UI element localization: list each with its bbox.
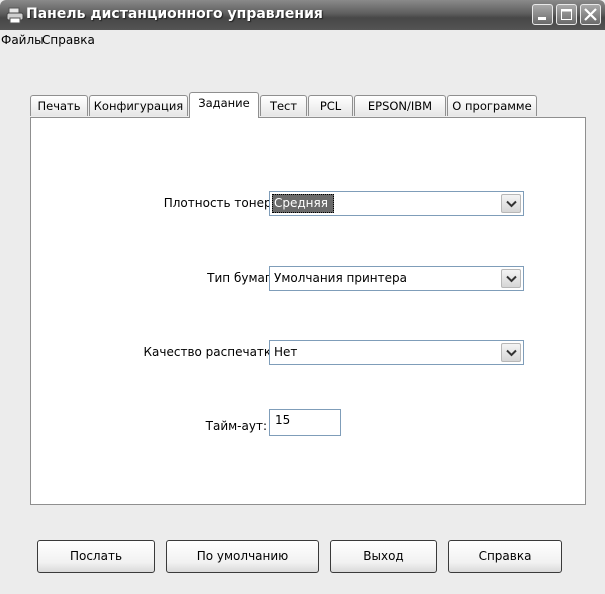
- toner-density-value: Средняя: [272, 194, 334, 213]
- toner-density-label: Плотность тонера:: [163, 196, 283, 210]
- minimize-button[interactable]: [532, 4, 553, 25]
- printer-app-icon: [6, 6, 24, 24]
- tab-print[interactable]: Печать: [30, 95, 88, 116]
- close-icon: [584, 8, 597, 21]
- tab-about[interactable]: О программе: [447, 95, 537, 116]
- timeout-input[interactable]: 15: [269, 409, 341, 436]
- window-title: Панель дистанционного управления: [26, 6, 323, 22]
- close-button[interactable]: [580, 4, 601, 25]
- remote-control-panel-window: Панель дистанционного управления Файлы С…: [0, 0, 605, 594]
- menu-bar: Файлы Справка: [0, 30, 605, 50]
- tab-job[interactable]: Задание: [189, 92, 259, 118]
- toner-density-select[interactable]: Средняя: [269, 191, 524, 216]
- tab-test[interactable]: Тест: [260, 95, 307, 116]
- print-quality-label: Качество распечатки:: [143, 345, 283, 359]
- print-quality-dropdown-button[interactable]: [501, 343, 521, 362]
- chevron-down-icon: [506, 200, 517, 208]
- job-tab-panel: Плотность тонера: Средняя Тип бумаги: Ум…: [30, 117, 586, 505]
- chevron-down-icon: [506, 349, 517, 357]
- print-quality-value: Нет: [274, 345, 298, 359]
- toner-density-dropdown-button[interactable]: [501, 194, 521, 213]
- tab-pcl[interactable]: PCL: [308, 95, 353, 116]
- menu-files[interactable]: Файлы: [1, 33, 44, 47]
- default-button[interactable]: По умолчанию: [166, 540, 319, 573]
- minimize-icon: [538, 17, 546, 20]
- tab-configuration[interactable]: Конфигурация: [89, 95, 188, 116]
- maximize-button[interactable]: [556, 4, 577, 25]
- paper-type-dropdown-button[interactable]: [501, 269, 521, 288]
- chevron-down-icon: [506, 275, 517, 283]
- paper-type-select[interactable]: Умолчания принтера: [269, 266, 524, 291]
- exit-button[interactable]: Выход: [330, 540, 437, 573]
- title-bar[interactable]: Панель дистанционного управления: [0, 0, 605, 30]
- tab-epson-ibm[interactable]: EPSON/IBM: [354, 95, 446, 116]
- help-button[interactable]: Справка: [448, 540, 562, 573]
- paper-type-value: Умолчания принтера: [274, 271, 407, 285]
- maximize-icon: [561, 9, 572, 20]
- send-button[interactable]: Послать: [37, 540, 155, 573]
- print-quality-select[interactable]: Нет: [269, 340, 524, 365]
- menu-help[interactable]: Справка: [42, 33, 95, 47]
- timeout-label: Тайм-аут:: [205, 419, 267, 433]
